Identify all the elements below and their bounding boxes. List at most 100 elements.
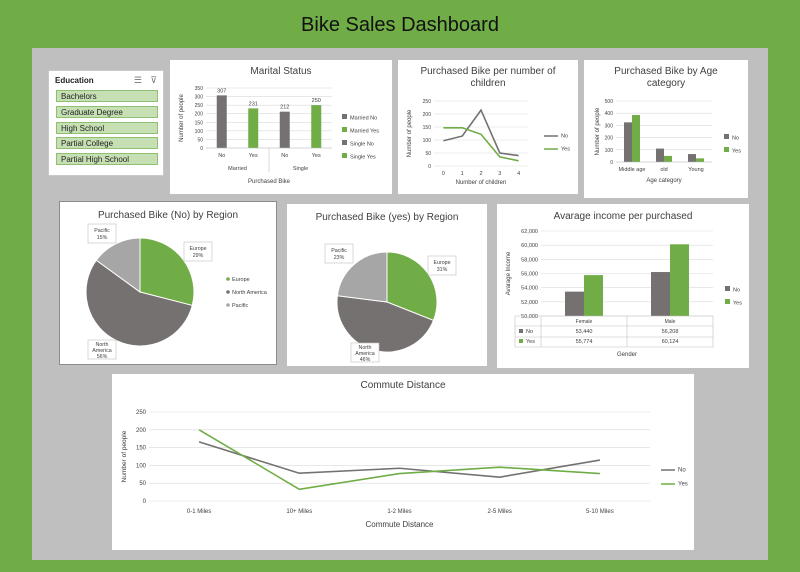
age-xtick-label: Middle age <box>619 167 646 173</box>
commute-ytick-label: 50 <box>139 481 146 487</box>
marital-bar <box>248 108 259 148</box>
income-xtick-label: Female <box>576 319 593 325</box>
region-no-legend-swatch <box>226 303 230 307</box>
marital-legend-label: Married Yes <box>350 129 379 135</box>
marital-data-label: 231 <box>249 101 258 107</box>
marital-legend-swatch <box>342 127 347 132</box>
region-no-chart-title: Purchased Bike (No) by Region <box>97 210 239 221</box>
income-table-swatch <box>519 339 523 343</box>
income-ytick-label: 62,000 <box>521 229 538 235</box>
children-y-axis-title: Number of people <box>407 109 413 157</box>
slicer-item-high-school[interactable]: High School <box>56 122 158 134</box>
multi-select-icon[interactable]: ☰ <box>134 75 142 85</box>
marital-x-axis-title: Purchased Bike <box>248 179 291 185</box>
marital-bar <box>279 111 290 148</box>
marital-legend-label: Single No <box>350 142 374 148</box>
region-no-chart: Europe29%NorthAmerica56%Pacific15%Europe… <box>85 223 268 360</box>
region-no-data-label: 29% <box>193 253 204 259</box>
age-x-axis-title: Age category <box>646 178 681 184</box>
marital-ytick-label: 50 <box>197 137 203 143</box>
region-no-data-label: 15% <box>97 235 108 241</box>
region-no-legend-swatch <box>226 290 230 294</box>
commute-chart: 0 50 100 150 200 250 0-1 Miles 10+ Miles 1-2 Mil… <box>121 410 688 529</box>
marital-legend-swatch <box>342 140 347 145</box>
income-legend-label: No <box>733 288 740 294</box>
income-xtick-label: Male <box>665 319 676 325</box>
income-table-value: 55,774 <box>576 339 593 345</box>
marital-legend-label: Single Yes <box>350 155 376 161</box>
age-bar <box>656 148 664 162</box>
children-xtick-label: 1 <box>461 171 464 177</box>
clear-filter-icon[interactable]: ⊽ <box>150 75 157 85</box>
income-ytick-label: 54,000 <box>521 286 538 292</box>
marital-group-label: Married <box>228 166 247 172</box>
commute-series-line <box>198 429 600 491</box>
commute-ytick-label: 200 <box>136 428 147 434</box>
commute-xtick-label: 10+ Miles <box>286 509 312 515</box>
income-legend-label: Yes <box>733 301 742 307</box>
region-no-data-label: 56% <box>97 354 108 360</box>
age-bar <box>688 154 696 162</box>
age-xtick-label: old <box>660 167 667 173</box>
slicer-item-partial-college[interactable]: Partial College <box>56 137 158 149</box>
commute-ytick-label: 0 <box>143 499 147 505</box>
region-yes-data-label: 23% <box>334 255 345 261</box>
age-ytick-label: 300 <box>605 123 614 129</box>
region-no-data-label: Europe <box>189 246 206 252</box>
region-yes-data-label: Pacific <box>331 248 347 254</box>
income-ytick-label: 58,000 <box>521 257 538 263</box>
commute-legend-label: Yes <box>678 482 688 488</box>
income-table-series-label: Yes <box>526 339 535 345</box>
marital-y-axis-title: Number of people <box>179 93 185 141</box>
income-legend-swatch <box>725 299 730 304</box>
region-no-legend-swatch <box>226 277 230 281</box>
commute-ytick-label: 250 <box>136 410 147 416</box>
age-bar <box>696 158 704 162</box>
marital-xtick-label: No <box>218 153 225 159</box>
age-panel: Purchased Bike by Age category 0 100 200 30… <box>584 60 748 198</box>
marital-xtick-label: No <box>281 153 288 159</box>
region-no-legend-label: Europe <box>232 277 250 283</box>
age-bar <box>624 122 632 162</box>
children-ytick-label: 150 <box>423 125 432 131</box>
marital-ytick-label: 100 <box>195 129 204 135</box>
children-ytick-label: 250 <box>423 99 432 105</box>
age-legend-label: No <box>732 136 739 142</box>
age-legend-label: Yes <box>732 149 741 155</box>
dashboard-title: Bike Sales Dashboard <box>301 14 499 36</box>
income-table-value: 53,440 <box>576 329 593 335</box>
income-ytick-label: 60,000 <box>521 243 538 249</box>
age-chart-title: Purchased Bike by Age category <box>614 66 718 89</box>
region-no-legend-label: North America <box>232 290 268 296</box>
marital-ytick-label: 350 <box>195 86 204 92</box>
income-ytick-label: 50,000 <box>521 314 538 320</box>
income-x-axis-title: Gender <box>617 352 637 358</box>
commute-ytick-label: 100 <box>136 463 147 469</box>
age-y-axis-title: Number of people <box>595 107 601 155</box>
region-no-data-label: Pacific <box>94 228 110 234</box>
marital-ytick-label: 300 <box>195 95 204 101</box>
region-yes-data-label: 31% <box>437 267 448 273</box>
age-bar <box>664 155 672 162</box>
income-y-axis-title: Avarage Income <box>506 251 512 295</box>
slicer-item-graduate-degree[interactable]: Graduate Degree <box>56 106 158 118</box>
children-legend-label: No <box>561 134 568 140</box>
children-chart-title: Purchased Bike per number of children <box>420 66 556 89</box>
region-yes-data-label: 46% <box>360 357 371 363</box>
marital-chart-title: Marital Status <box>250 66 312 77</box>
commute-panel: Commute Distance 0 50 100 150 200 250 0-1 Mile… <box>112 374 694 550</box>
children-xtick-label: 4 <box>517 171 520 177</box>
region-yes-panel: Purchased Bike (yes) by Region Europe 31%… <box>287 204 487 366</box>
commute-ytick-label: 150 <box>136 446 147 452</box>
income-bar <box>584 275 603 316</box>
marital-xtick-label: Yes <box>249 153 258 159</box>
marital-bar <box>216 95 227 148</box>
marital-ytick-label: 150 <box>195 120 204 126</box>
age-ytick-label: 200 <box>605 136 614 142</box>
commute-xtick-label: 1-2 Miles <box>387 509 411 515</box>
marital-ytick-label: 250 <box>195 103 204 109</box>
slicer-item-bachelors[interactable]: Bachelors <box>56 90 158 102</box>
income-bar <box>670 244 689 316</box>
children-series-line <box>443 126 519 162</box>
slicer-item-partial-high-school[interactable]: Partial High School <box>56 153 158 165</box>
